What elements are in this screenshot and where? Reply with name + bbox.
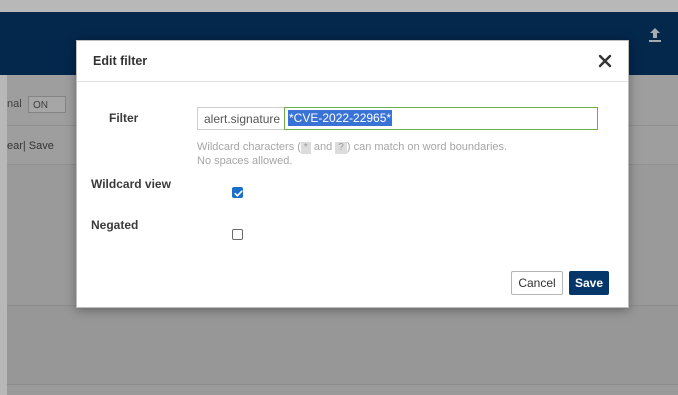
no-spaces-hint: No spaces allowed. bbox=[197, 155, 293, 167]
hint-and: and bbox=[310, 141, 336, 153]
hint-text-end: ) can match on word boundaries. bbox=[346, 141, 508, 153]
negated-checkbox[interactable] bbox=[232, 229, 243, 240]
filter-value-input[interactable]: *CVE-2022-22965* bbox=[284, 107, 598, 130]
dialog-title: Edit filter bbox=[93, 54, 148, 68]
wildcard-view-label: Wildcard view bbox=[91, 177, 171, 191]
hint-question-badge: ? bbox=[335, 142, 347, 154]
edit-filter-dialog: Edit filter Filter alert.signature *CVE-… bbox=[76, 40, 629, 308]
save-button[interactable]: Save bbox=[569, 271, 609, 295]
negated-label: Negated bbox=[91, 218, 139, 232]
dialog-header: Edit filter bbox=[77, 41, 628, 82]
wildcard-hint: Wildcard characters (* and ?) can match … bbox=[197, 139, 507, 155]
checkmark-icon bbox=[234, 190, 243, 197]
filter-label: Filter bbox=[109, 111, 139, 125]
wildcard-view-checkbox[interactable] bbox=[232, 187, 243, 198]
close-icon[interactable] bbox=[595, 51, 615, 71]
cancel-button[interactable]: Cancel bbox=[511, 271, 563, 295]
filter-value-text: *CVE-2022-22965* bbox=[288, 110, 393, 126]
field-name-prefix: alert.signature bbox=[197, 107, 288, 130]
hint-star-badge: * bbox=[300, 142, 311, 154]
hint-text-start: Wildcard characters ( bbox=[197, 141, 301, 153]
